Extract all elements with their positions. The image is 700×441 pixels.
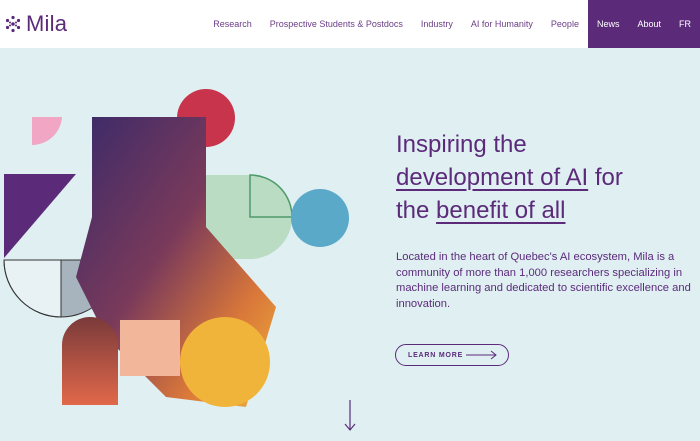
outline-quarter-shape — [3, 259, 62, 318]
nav-item-language-fr[interactable]: FR — [670, 0, 700, 48]
top-navigation-bar: Mila Research Prospective Students & Pos… — [0, 0, 700, 48]
nav-item-industry[interactable]: Industry — [412, 0, 462, 48]
nav-item-ai-for-humanity[interactable]: AI for Humanity — [462, 0, 542, 48]
headline-link-benefit-of-all[interactable]: benefit of all — [436, 197, 565, 224]
headline-text-3: the — [396, 197, 430, 224]
learn-more-label: LEARN MORE — [408, 351, 464, 359]
nav-item-about[interactable]: About — [628, 0, 670, 48]
headline-link-development-of-ai[interactable]: development of AI — [396, 164, 588, 191]
nav-item-prospective-students[interactable]: Prospective Students & Postdocs — [261, 0, 412, 48]
brand-name: Mila — [26, 11, 68, 36]
nav-item-research[interactable]: Research — [204, 0, 261, 48]
headline-text-1: Inspiring the — [396, 131, 527, 158]
arrow-down-icon[interactable] — [343, 400, 357, 432]
hero-artwork — [3, 89, 349, 407]
hero-headline: Inspiring the development of AI for the … — [396, 128, 696, 227]
pink-quarter-shape — [32, 117, 62, 146]
main-nav: Research Prospective Students & Postdocs… — [204, 0, 700, 48]
portrait-arch-shape — [62, 317, 118, 405]
yellow-circle-shape — [180, 317, 270, 407]
mila-logo[interactable]: Mila — [4, 10, 67, 38]
mila-logo-icon — [5, 15, 21, 33]
arrow-right-icon — [466, 350, 497, 360]
nav-item-people[interactable]: People — [542, 0, 588, 48]
headline-text-2: for — [594, 164, 623, 191]
blue-circle-shape — [291, 189, 349, 247]
nav-item-news[interactable]: News — [587, 0, 629, 48]
learn-more-button[interactable]: LEARN MORE — [395, 344, 509, 366]
peach-shape — [120, 320, 180, 376]
hero-description: Located in the heart of Quebec's AI ecos… — [396, 251, 691, 310]
purple-triangle-shape — [4, 174, 76, 258]
